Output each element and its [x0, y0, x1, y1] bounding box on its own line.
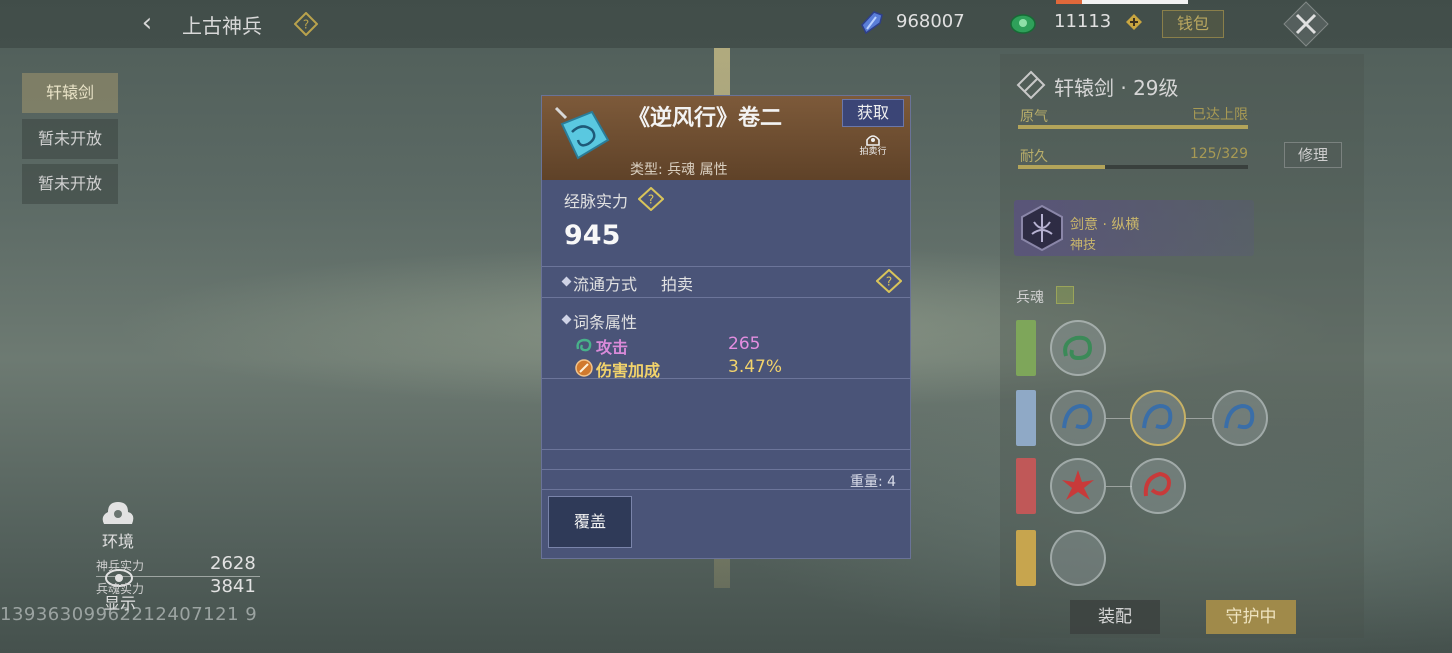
item-type: 类型: 兵魂 属性: [630, 162, 728, 178]
fire-dragon-icon: [1143, 471, 1171, 497]
slot-connector: [1106, 418, 1132, 419]
attr-value-damage-bonus: 3.47%: [728, 357, 783, 377]
currency-2-amount: 11113: [1054, 11, 1112, 32]
item-weight: 重量: 4: [850, 474, 897, 490]
svg-text:?: ?: [648, 193, 654, 207]
guarding-button[interactable]: 守护中: [1206, 600, 1296, 634]
soul-slot-water-1[interactable]: [1050, 390, 1106, 446]
wallet-button[interactable]: 钱包: [1162, 10, 1224, 38]
bell-icon: [866, 135, 880, 146]
durability-label: 耐久: [1020, 149, 1048, 165]
divider: [542, 266, 910, 267]
water-dragon-icon: [1062, 403, 1093, 430]
weapon-power-value: 2628: [210, 553, 256, 574]
attributes-title: 词条属性: [573, 313, 638, 332]
attack-swirl-icon: [576, 338, 592, 352]
attr-value-attack: 265: [728, 334, 761, 354]
yuanqi-bar-fill: [1018, 125, 1248, 129]
tab-xuanyuan-sword[interactable]: 轩辕剑: [22, 73, 118, 113]
svg-text:?: ?: [303, 18, 309, 32]
yuanqi-value: 已达上限: [1192, 107, 1248, 123]
soul-slot-water-3[interactable]: [1212, 390, 1268, 446]
cover-button[interactable]: 覆盖: [548, 496, 632, 548]
top-banner-accent: [1056, 0, 1082, 4]
divider: [542, 297, 910, 298]
water-dragon-icon: [1142, 403, 1173, 430]
divider: [542, 469, 910, 470]
soul-slot-wood-1[interactable]: [1050, 320, 1106, 376]
auction-house-label: 拍卖行: [859, 147, 887, 157]
soul-power-value: 3841: [210, 576, 256, 597]
circulation-value: 拍卖: [661, 275, 694, 294]
scroll-item-icon: [554, 106, 610, 160]
yuanqi-bar: [1018, 125, 1248, 129]
jade-currency-icon: [1010, 14, 1036, 34]
item-name: 《逆风行》卷二: [628, 106, 783, 131]
help-icon[interactable]: ?: [638, 187, 664, 211]
soul-slot-fire-1[interactable]: [1050, 458, 1106, 514]
repair-button[interactable]: 修理: [1284, 142, 1342, 168]
water-dragon-icon: [1224, 403, 1255, 430]
row-tab-earth: [1016, 530, 1036, 586]
user-id: 13936309962212407121 9: [0, 604, 258, 625]
slot-connector: [1106, 486, 1132, 487]
currency-1-amount: 968007: [896, 11, 965, 32]
weapon-diamond-icon: [1016, 70, 1046, 100]
soul-slot-water-2-selected[interactable]: [1130, 390, 1186, 446]
divider: [542, 378, 910, 379]
attr-name-attack: 攻击: [596, 338, 629, 357]
soul-slot-earth-empty[interactable]: [1050, 530, 1106, 586]
durability-value: 125/329: [1189, 146, 1248, 162]
crystal-currency-icon: [861, 11, 883, 35]
auction-house-icon[interactable]: 拍卖行: [858, 132, 888, 160]
close-icon[interactable]: [1282, 0, 1330, 48]
soul-slot-fire-2[interactable]: [1130, 458, 1186, 514]
equip-button[interactable]: 装配: [1070, 600, 1160, 634]
jade-dragon-icon: [1063, 335, 1093, 361]
durability-bar: [1018, 165, 1248, 169]
help-icon[interactable]: ?: [294, 12, 318, 36]
tab-locked-2[interactable]: 暂未开放: [22, 164, 118, 204]
weapon-title: 轩辕剑 · 29级: [1054, 76, 1179, 100]
environment-icon[interactable]: [98, 496, 138, 528]
row-tab-wood: [1016, 320, 1036, 376]
tab-locked-1[interactable]: 暂未开放: [22, 119, 118, 159]
meridian-power-value: 945: [564, 220, 621, 251]
back-arrow-icon[interactable]: ‹: [132, 8, 162, 38]
skill-emblem-icon: [1021, 204, 1063, 252]
binghun-label: 兵魂: [1016, 290, 1044, 306]
obtain-button[interactable]: 获取: [842, 99, 904, 127]
slot-connector: [1186, 418, 1212, 419]
help-icon[interactable]: ?: [876, 269, 902, 293]
divider: [542, 489, 910, 490]
damage-bonus-icon: [575, 359, 593, 377]
durability-bar-fill: [1018, 165, 1106, 169]
divider: [542, 449, 910, 450]
binghun-search-icon[interactable]: [1056, 286, 1074, 304]
add-currency-icon[interactable]: [1126, 14, 1142, 30]
fire-beast-icon: [1062, 470, 1094, 500]
skill-name: 剑意 · 纵横: [1070, 217, 1140, 233]
circulation-label: 流通方式: [573, 275, 638, 294]
environment-label[interactable]: 环境: [102, 528, 134, 552]
meridian-power-label: 经脉实力: [564, 192, 629, 211]
row-tab-water: [1016, 390, 1036, 446]
yuanqi-label: 原气: [1020, 109, 1048, 125]
svg-text:?: ?: [886, 275, 892, 289]
page-title: 上古神兵: [182, 14, 262, 38]
skill-type: 神技: [1070, 238, 1097, 253]
row-tab-fire: [1016, 458, 1036, 514]
